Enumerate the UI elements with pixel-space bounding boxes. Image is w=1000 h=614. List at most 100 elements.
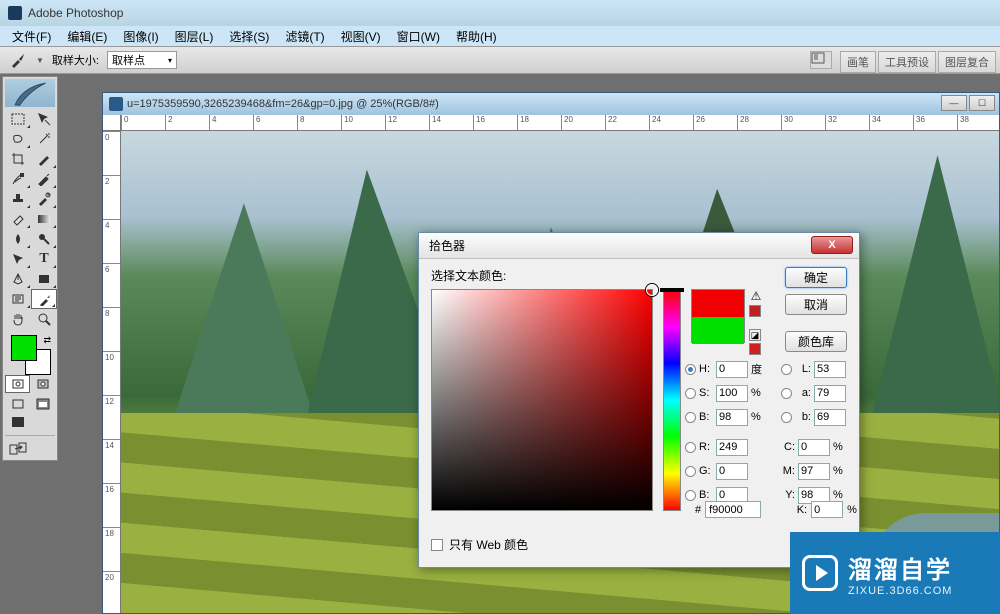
menu-image[interactable]: 图像(I) <box>117 26 164 47</box>
tool-type[interactable]: T <box>31 249 57 269</box>
menu-file[interactable]: 文件(F) <box>6 26 57 47</box>
saturation-value-field[interactable] <box>431 289 653 511</box>
gamut-swatch[interactable] <box>749 305 761 317</box>
tool-shape[interactable] <box>31 269 57 289</box>
toolbox-header[interactable] <box>5 79 55 107</box>
color-swatches: ⇄ <box>5 333 55 373</box>
ruler-vertical[interactable]: 02468101214161820 <box>103 131 121 613</box>
radio-h[interactable] <box>685 364 696 375</box>
close-button[interactable]: X <box>811 236 853 254</box>
tool-pen[interactable] <box>5 269 31 289</box>
menu-select[interactable]: 选择(S) <box>223 26 275 47</box>
tool-dodge[interactable] <box>31 229 57 249</box>
tool-path-select[interactable] <box>5 249 31 269</box>
foreground-color-swatch[interactable] <box>11 335 37 361</box>
tool-move[interactable] <box>31 109 57 129</box>
tool-eraser[interactable] <box>5 209 31 229</box>
websafe-swatch[interactable] <box>749 343 761 355</box>
swap-colors-icon[interactable]: ⇄ <box>43 335 51 346</box>
radio-b-hsb[interactable] <box>685 412 696 423</box>
menu-help[interactable]: 帮助(H) <box>450 26 503 47</box>
input-b-hsb[interactable] <box>716 409 748 426</box>
tool-brush[interactable] <box>31 169 57 189</box>
input-hex[interactable] <box>705 501 761 518</box>
gamut-warning-icon[interactable]: ⚠ <box>749 289 763 303</box>
radio-a[interactable] <box>781 388 792 399</box>
cancel-button[interactable]: 取消 <box>785 294 847 315</box>
jump-imageready-button[interactable] <box>5 440 30 458</box>
ok-button[interactable]: 确定 <box>785 267 847 288</box>
watermark-title: 溜溜自学 <box>848 550 952 585</box>
document-titlebar[interactable]: u=1975359590,3265239468&fm=26&gp=0.jpg @… <box>103 93 999 115</box>
app-title: Adobe Photoshop <box>28 6 123 20</box>
tool-notes[interactable] <box>5 289 31 309</box>
tool-wand[interactable] <box>31 129 57 149</box>
menu-edit[interactable]: 编辑(E) <box>61 26 113 47</box>
screen-full-menubar-button[interactable] <box>30 395 55 413</box>
document-icon <box>109 97 123 111</box>
screen-full-button[interactable] <box>5 413 30 431</box>
tool-crop[interactable] <box>5 149 31 169</box>
sample-size-select[interactable]: 取样点▾ <box>107 51 177 69</box>
tool-eyedropper[interactable] <box>31 289 57 309</box>
hue-cursor <box>660 288 684 292</box>
options-bar: ▼ 取样大小: 取样点▾ 画笔 工具预设 图层复合 <box>0 46 1000 74</box>
watermark-url: ZIXUE.3D66.COM <box>848 585 952 597</box>
tool-healing[interactable] <box>5 169 31 189</box>
tab-layer-comps[interactable]: 图层复合 <box>938 51 996 73</box>
current-color-swatch[interactable] <box>692 317 744 344</box>
palette-well-button[interactable] <box>810 51 832 69</box>
play-icon <box>802 555 838 591</box>
color-picker-titlebar[interactable]: 拾色器 X <box>419 233 859 259</box>
tool-stamp[interactable] <box>5 189 31 209</box>
ruler-horizontal[interactable]: 0246810121416182022242628303234363840 <box>121 115 999 131</box>
input-a[interactable] <box>814 385 846 402</box>
tab-brushes[interactable]: 画笔 <box>840 51 876 73</box>
workspace: T ⇄ u=197535 <box>0 74 1000 614</box>
standard-mode-button[interactable] <box>5 375 30 393</box>
app-titlebar: Adobe Photoshop <box>0 0 1000 26</box>
tab-tool-presets[interactable]: 工具预设 <box>878 51 936 73</box>
input-b-lab[interactable] <box>814 409 846 426</box>
radio-b-lab[interactable] <box>781 412 792 423</box>
tool-slice[interactable] <box>31 149 57 169</box>
document-title: u=1975359590,3265239468&fm=26&gp=0.jpg @… <box>127 98 439 110</box>
ruler-origin[interactable] <box>103 115 121 131</box>
new-color-swatch[interactable] <box>692 290 744 317</box>
minimize-button[interactable]: — <box>941 95 967 111</box>
menubar: 文件(F) 编辑(E) 图像(I) 图层(L) 选择(S) 滤镜(T) 视图(V… <box>0 26 1000 46</box>
input-r[interactable] <box>716 439 748 456</box>
color-libraries-button[interactable]: 颜色库 <box>785 331 847 352</box>
menu-filter[interactable]: 滤镜(T) <box>279 26 330 47</box>
tool-zoom[interactable] <box>31 309 57 329</box>
input-g[interactable] <box>716 463 748 480</box>
menu-layer[interactable]: 图层(L) <box>169 26 220 47</box>
tool-gradient[interactable] <box>31 209 57 229</box>
radio-r[interactable] <box>685 442 696 453</box>
input-h[interactable] <box>716 361 748 378</box>
menu-window[interactable]: 窗口(W) <box>391 26 446 47</box>
input-c[interactable] <box>798 439 830 456</box>
input-l[interactable] <box>814 361 846 378</box>
menu-view[interactable]: 视图(V) <box>335 26 387 47</box>
input-m[interactable] <box>798 463 830 480</box>
tool-lasso[interactable] <box>5 129 31 149</box>
input-k[interactable] <box>811 501 843 518</box>
radio-g[interactable] <box>685 466 696 477</box>
tool-hand[interactable] <box>5 309 31 329</box>
quickmask-mode-button[interactable] <box>30 375 55 393</box>
radio-s[interactable] <box>685 388 696 399</box>
input-s[interactable] <box>716 385 748 402</box>
tool-marquee[interactable] <box>5 109 31 129</box>
tool-history-brush[interactable] <box>31 189 57 209</box>
screen-standard-button[interactable] <box>5 395 30 413</box>
hue-slider[interactable] <box>663 289 681 511</box>
radio-l[interactable] <box>781 364 792 375</box>
radio-b-rgb[interactable] <box>685 490 696 501</box>
web-only-checkbox[interactable] <box>431 539 443 551</box>
tool-preset-arrow[interactable]: ▼ <box>36 56 44 65</box>
tool-blur[interactable] <box>5 229 31 249</box>
color-picker-dialog: 拾色器 X 选择文本颜色: ⚠ ◪ 确定 取消 <box>418 232 860 568</box>
websafe-warning-icon[interactable]: ◪ <box>749 329 761 341</box>
maximize-button[interactable]: ☐ <box>969 95 995 111</box>
